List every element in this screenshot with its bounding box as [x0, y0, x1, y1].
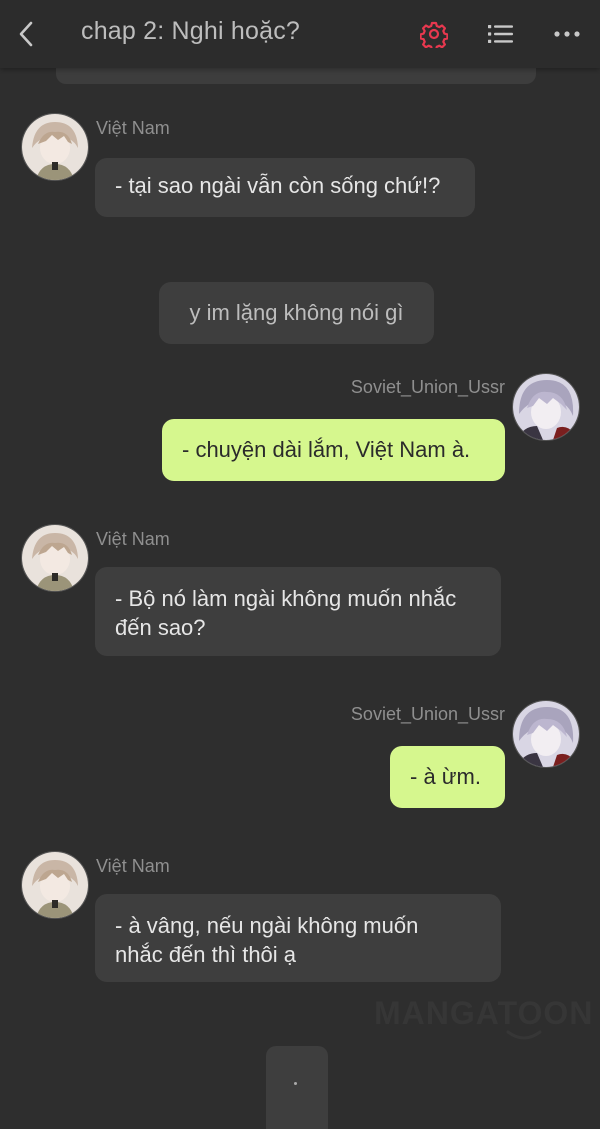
- avatar-viet-nam[interactable]: [21, 113, 89, 181]
- narration-bubble: y im lặng không nói gì: [159, 282, 434, 344]
- message-line: đến sao?: [115, 615, 206, 640]
- watermark-smile-icon: [506, 1030, 542, 1040]
- message-bubble: - à ừm.: [390, 746, 505, 808]
- message-line: - Bộ nó làm ngài không muốn nhắc: [115, 586, 457, 611]
- settings-button[interactable]: [414, 14, 454, 54]
- avatar-viet-nam-image: [22, 114, 88, 180]
- message-bubble: - chuyện dài lắm, Việt Nam à.: [162, 419, 505, 481]
- message-line: nhắc đến thì thôi ạ: [115, 942, 297, 967]
- sender-name: Việt Nam: [96, 529, 170, 549]
- more-options-button[interactable]: [547, 14, 587, 54]
- bottom-handle[interactable]: [266, 1046, 328, 1129]
- avatar-soviet-union-image: [513, 374, 579, 440]
- avatar-soviet-union[interactable]: [512, 373, 580, 441]
- top-bar: chap 2: Nghi hoặc?: [0, 0, 600, 68]
- avatar-viet-nam[interactable]: [21, 851, 89, 919]
- page-title: chap 2: Nghi hoặc?: [81, 17, 301, 45]
- message-bubble: - Bộ nó làm ngài không muốn nhắc đến sao…: [95, 567, 501, 656]
- gear-icon: [420, 21, 448, 48]
- chat-screen: chap 2: Nghi hoặc? Việt Nam - tại sao ng…: [0, 0, 600, 1129]
- sender-name: Soviet_Union_Ussr: [350, 704, 505, 724]
- watermark: MANGATOON: [374, 995, 594, 1031]
- more-icon: [554, 31, 580, 37]
- sender-name: Soviet_Union_Ussr: [350, 377, 505, 397]
- sender-name: Việt Nam: [96, 856, 170, 876]
- avatar-viet-nam[interactable]: [21, 524, 89, 592]
- avatar-soviet-union-image: [513, 701, 579, 767]
- message-bubble: - tại sao ngài vẫn còn sống chứ!?: [95, 158, 475, 217]
- avatar-viet-nam-image: [22, 852, 88, 918]
- message-line: - à vâng, nếu ngài không muốn: [115, 913, 419, 938]
- handle-dot: [294, 1082, 297, 1085]
- back-button[interactable]: [8, 14, 44, 54]
- avatar-viet-nam-image: [22, 525, 88, 591]
- avatar-soviet-union[interactable]: [512, 700, 580, 768]
- back-arrow-icon: [19, 21, 33, 47]
- chapter-list-button[interactable]: [481, 14, 521, 54]
- sender-name: Việt Nam: [96, 118, 170, 138]
- message-bubble: - à vâng, nếu ngài không muốn nhắc đến t…: [95, 894, 501, 982]
- list-icon: [488, 25, 513, 43]
